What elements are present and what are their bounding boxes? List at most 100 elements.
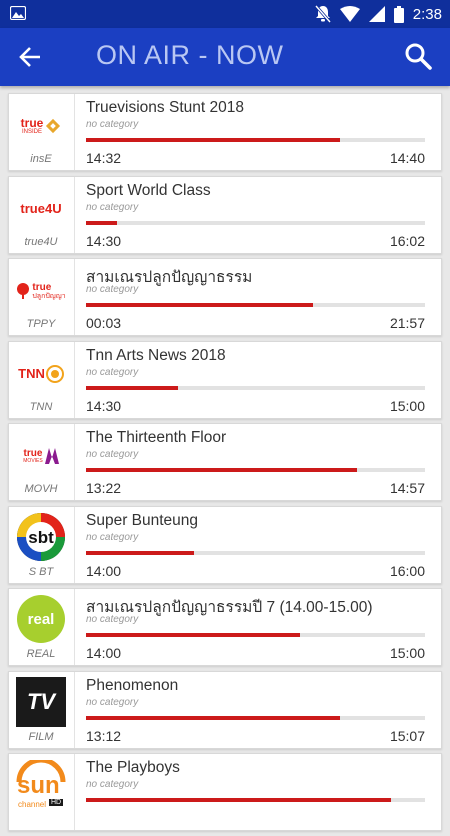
progress-fill bbox=[86, 385, 178, 390]
channel-code: insE bbox=[30, 153, 52, 165]
channel-logo-cell: sun channel HD bbox=[9, 754, 75, 830]
start-time: 14:00 bbox=[86, 645, 122, 661]
program-title: Super Bunteung bbox=[86, 511, 199, 529]
progress-bar bbox=[86, 468, 425, 472]
channel-logo: TV bbox=[14, 676, 68, 728]
channel-logo-cell: true MOVIES MOVH bbox=[9, 424, 75, 500]
program-card[interactable]: TV FILM Phenomenon no category 13:12 15:… bbox=[8, 670, 442, 749]
program-card[interactable]: sbt S BT Super Bunteung no category 14:0… bbox=[8, 505, 442, 584]
channel-logo-cell: real REAL bbox=[9, 589, 75, 665]
channel-logo-cell: true ปลูกปัญญา TPPY bbox=[9, 259, 75, 335]
channel-code: TNN bbox=[29, 400, 53, 413]
wifi-icon bbox=[339, 6, 360, 22]
channel-logo: true4U bbox=[20, 201, 62, 216]
program-title: Tnn Arts News 2018 bbox=[86, 346, 226, 364]
progress-fill bbox=[86, 715, 341, 720]
channel-code: true4U bbox=[24, 235, 58, 248]
end-time: 14:57 bbox=[389, 480, 425, 496]
program-card[interactable]: true4U true4U Sport World Class no categ… bbox=[8, 175, 442, 254]
search-icon[interactable] bbox=[404, 42, 432, 70]
program-category: no category bbox=[86, 449, 139, 460]
start-time: 13:22 bbox=[86, 480, 122, 496]
status-bar: 2:38 bbox=[0, 0, 450, 28]
progress-bar bbox=[86, 715, 425, 720]
program-category: no category bbox=[86, 119, 139, 130]
start-time: 14:00 bbox=[86, 562, 122, 579]
channel-logo-cell: TV FILM bbox=[9, 671, 75, 748]
signal-icon bbox=[368, 6, 385, 22]
notifications-off-icon bbox=[314, 5, 331, 23]
end-time: 16:00 bbox=[389, 562, 425, 579]
channel-logo: true MOVIES bbox=[14, 432, 68, 480]
progress-bar bbox=[86, 550, 425, 555]
progress-bar bbox=[86, 633, 425, 637]
channel-code: S BT bbox=[28, 565, 54, 578]
start-time: 13:12 bbox=[86, 727, 122, 744]
gallery-icon bbox=[10, 6, 26, 20]
channel-code: FILM bbox=[28, 730, 54, 743]
channel-logo: true INSIDE bbox=[14, 102, 68, 150]
progress-fill bbox=[86, 633, 300, 637]
program-category: no category bbox=[86, 779, 139, 790]
back-arrow-icon[interactable] bbox=[18, 44, 44, 70]
channel-logo-cell: TNN TNN bbox=[9, 341, 75, 418]
start-time: 14:30 bbox=[86, 232, 122, 249]
program-title: The Playboys bbox=[86, 759, 180, 776]
progress-fill bbox=[86, 468, 358, 472]
program-card[interactable]: TNN TNN Tnn Arts News 2018 no category 1… bbox=[8, 340, 442, 419]
progress-fill bbox=[86, 303, 314, 307]
end-time: 14:40 bbox=[389, 150, 425, 166]
progress-fill bbox=[86, 798, 392, 802]
progress-bar bbox=[86, 798, 425, 802]
progress-fill bbox=[86, 550, 195, 555]
clock: 2:38 bbox=[412, 5, 442, 23]
end-time: 15:00 bbox=[389, 397, 425, 414]
program-card[interactable]: real REAL สามเณรปลูกปัญญาธรรมปี 7 (14.00… bbox=[8, 588, 442, 666]
end-time: 15:00 bbox=[389, 645, 425, 661]
channel-logo-cell: true INSIDE insE bbox=[9, 94, 75, 170]
program-category: no category bbox=[86, 366, 139, 378]
channel-logo-cell: sbt S BT bbox=[9, 506, 75, 583]
program-card[interactable]: true INSIDE insE Truevisions Stunt 2018 … bbox=[8, 93, 442, 171]
end-time: 21:57 bbox=[389, 315, 425, 331]
program-category: no category bbox=[86, 531, 139, 543]
progress-bar bbox=[86, 385, 425, 390]
channel-code: REAL bbox=[26, 648, 56, 660]
progress-fill bbox=[86, 138, 341, 142]
program-title: Sport World Class bbox=[86, 181, 211, 199]
start-time: 14:30 bbox=[86, 397, 122, 414]
sbt-logo-icon: sbt bbox=[17, 512, 65, 561]
channel-logo: sbt bbox=[14, 511, 68, 563]
program-title: Phenomenon bbox=[86, 676, 179, 694]
start-time: 14:32 bbox=[86, 150, 122, 166]
program-title: Truevisions Stunt 2018 bbox=[86, 99, 244, 116]
program-category: no category bbox=[86, 284, 139, 295]
program-card[interactable]: sun channel HD The Playboys no category bbox=[8, 753, 442, 831]
page-title: ON AIR - NOW bbox=[96, 40, 284, 70]
battery-icon bbox=[393, 5, 404, 23]
end-time: 16:02 bbox=[389, 232, 425, 249]
program-card[interactable]: true MOVIES MOVH The Thirteenth Floor no… bbox=[8, 423, 442, 501]
channel-code: MOVH bbox=[24, 483, 58, 495]
channel-logo: sun channel HD bbox=[14, 760, 68, 814]
end-time: 15:07 bbox=[389, 727, 425, 744]
inside-mark-icon bbox=[46, 118, 61, 134]
program-category: no category bbox=[86, 696, 139, 708]
movies-mark-icon bbox=[44, 448, 59, 464]
program-title: The Thirteenth Floor bbox=[86, 429, 227, 446]
program-list: true INSIDE insE Truevisions Stunt 2018 … bbox=[8, 93, 442, 836]
progress-bar bbox=[86, 220, 425, 225]
progress-bar bbox=[86, 303, 425, 307]
program-category: no category bbox=[86, 201, 139, 213]
tree-icon bbox=[17, 283, 30, 299]
progress-fill bbox=[86, 220, 117, 225]
tnn-24-badge-icon bbox=[45, 364, 64, 383]
start-time: 00:03 bbox=[86, 315, 122, 331]
svg-text:sbt: sbt bbox=[28, 528, 54, 547]
channel-logo: TNN bbox=[14, 350, 68, 398]
program-card[interactable]: true ปลูกปัญญา TPPY สามเณรปลูกปัญญาธรรม … bbox=[8, 258, 442, 336]
channel-logo-cell: true4U true4U bbox=[9, 176, 75, 253]
channel-code: TPPY bbox=[26, 318, 56, 330]
channel-logo: real bbox=[14, 593, 68, 645]
channel-logo: true ปลูกปัญญา bbox=[14, 267, 68, 315]
